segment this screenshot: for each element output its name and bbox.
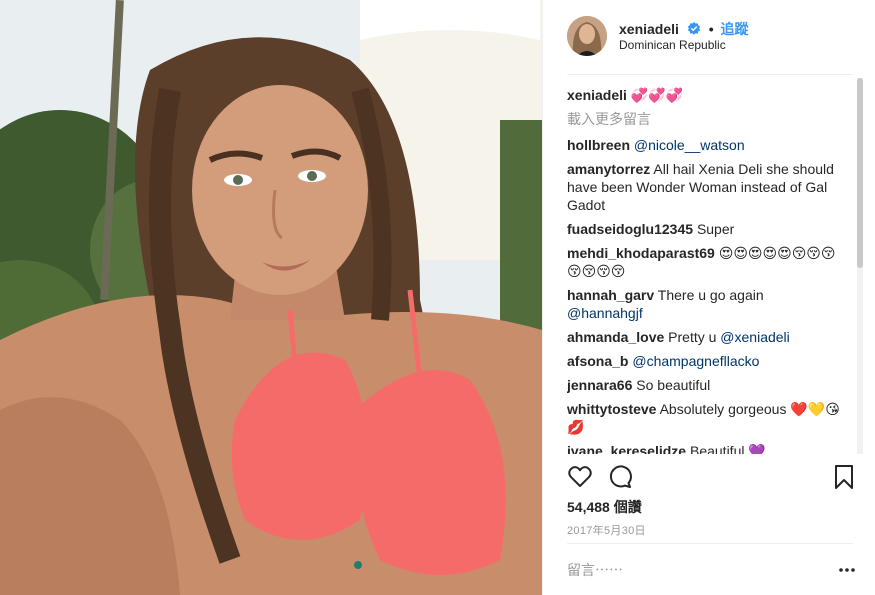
comment-username[interactable]: amanytorrez xyxy=(567,161,650,177)
comment-row: mehdi_khodaparast69 😍😍😍😍😍😚😚😚😚😚😚😚 xyxy=(567,244,843,280)
scrollbar-thumb[interactable] xyxy=(857,78,863,268)
comment-text: Beautiful 💜 xyxy=(689,443,766,454)
header-user-line: xeniadeli • 追蹤 xyxy=(619,19,749,39)
comment-username[interactable]: jennara66 xyxy=(567,377,632,393)
comment-username[interactable]: whittytosteve xyxy=(567,401,656,417)
post-photo[interactable] xyxy=(0,0,542,595)
bookmark-icon[interactable] xyxy=(831,464,857,490)
comment-username[interactable]: hannah_garv xyxy=(567,287,654,303)
post-photo-illustration xyxy=(0,0,542,595)
comment-username[interactable]: fuadseidoglu12345 xyxy=(567,221,693,237)
header-divider xyxy=(567,74,853,75)
separator-dot: • xyxy=(708,21,714,37)
post-details-panel: xeniadeli • 追蹤 Dominican Republic xeniad… xyxy=(542,0,875,595)
comment-divider xyxy=(567,543,853,544)
caption-username[interactable]: xeniadeli xyxy=(567,87,627,103)
comment-icon[interactable] xyxy=(607,464,633,490)
comment-row: fuadseidoglu12345 Super xyxy=(567,220,843,238)
comment-text: Pretty u xyxy=(668,329,717,345)
heart-icon[interactable] xyxy=(567,464,593,490)
comment-row: jennara66 So beautiful xyxy=(567,376,843,394)
comments-scrollbar[interactable] xyxy=(857,78,863,454)
post-header: xeniadeli • 追蹤 Dominican Republic xyxy=(567,16,857,58)
follow-button[interactable]: 追蹤 xyxy=(721,21,749,37)
comment-mention-link[interactable]: @hannahgjf xyxy=(567,305,643,321)
avatar-image xyxy=(567,16,607,56)
caption-text: 💞💞💞 xyxy=(630,87,684,103)
comment-username[interactable]: ivane_kereselidze xyxy=(567,443,686,454)
comment-mention-link[interactable]: @xeniadeli xyxy=(720,329,789,345)
comment-username[interactable]: mehdi_khodaparast69 xyxy=(567,245,715,261)
comment-row: amanytorrez All hail Xenia Deli she shou… xyxy=(567,160,843,214)
post-date[interactable]: 2017年5月30日 xyxy=(567,522,646,538)
comment-mention-link[interactable]: @champagnefllacko xyxy=(632,353,759,369)
comment-text: There u go again xyxy=(657,287,764,303)
comment-row: hannah_garv There u go again @hannahgjf xyxy=(567,286,843,322)
comment-text: So beautiful xyxy=(636,377,711,393)
location-link[interactable]: Dominican Republic xyxy=(619,38,726,52)
comment-row: whittytosteve Absolutely gorgeous ❤️💛😘💋 xyxy=(567,400,843,436)
more-options-icon[interactable] xyxy=(837,562,857,578)
comment-row: ivane_kereselidze Beautiful 💜 xyxy=(567,442,843,454)
comment-row: afsona_b @champagnefllacko xyxy=(567,352,843,370)
likes-count[interactable]: 54,488 個讚 xyxy=(567,497,642,517)
comment-text: Super xyxy=(696,221,735,237)
comment-username[interactable]: afsona_b xyxy=(567,353,628,369)
header-username[interactable]: xeniadeli xyxy=(619,21,679,37)
load-more-comments-button[interactable]: 載入更多留言 xyxy=(567,110,843,128)
comments-list[interactable]: xeniadeli 💞💞💞 載入更多留言 hollbreen @nicole__… xyxy=(567,86,843,454)
avatar[interactable] xyxy=(567,16,607,56)
comment-rows: hollbreen @nicole__watson amanytorrez All… xyxy=(567,136,843,454)
verified-badge-icon xyxy=(687,22,700,35)
caption: xeniadeli 💞💞💞 xyxy=(567,86,843,104)
action-bar xyxy=(567,464,857,490)
comment-mention-link[interactable]: @nicole__watson xyxy=(634,137,745,153)
comment-username[interactable]: hollbreen xyxy=(567,137,630,153)
comment-row: ahmanda_love Pretty u @xeniadeli xyxy=(567,328,843,346)
comment-row: hollbreen @nicole__watson xyxy=(567,136,843,154)
comment-username[interactable]: ahmanda_love xyxy=(567,329,664,345)
comment-input[interactable] xyxy=(567,558,817,582)
